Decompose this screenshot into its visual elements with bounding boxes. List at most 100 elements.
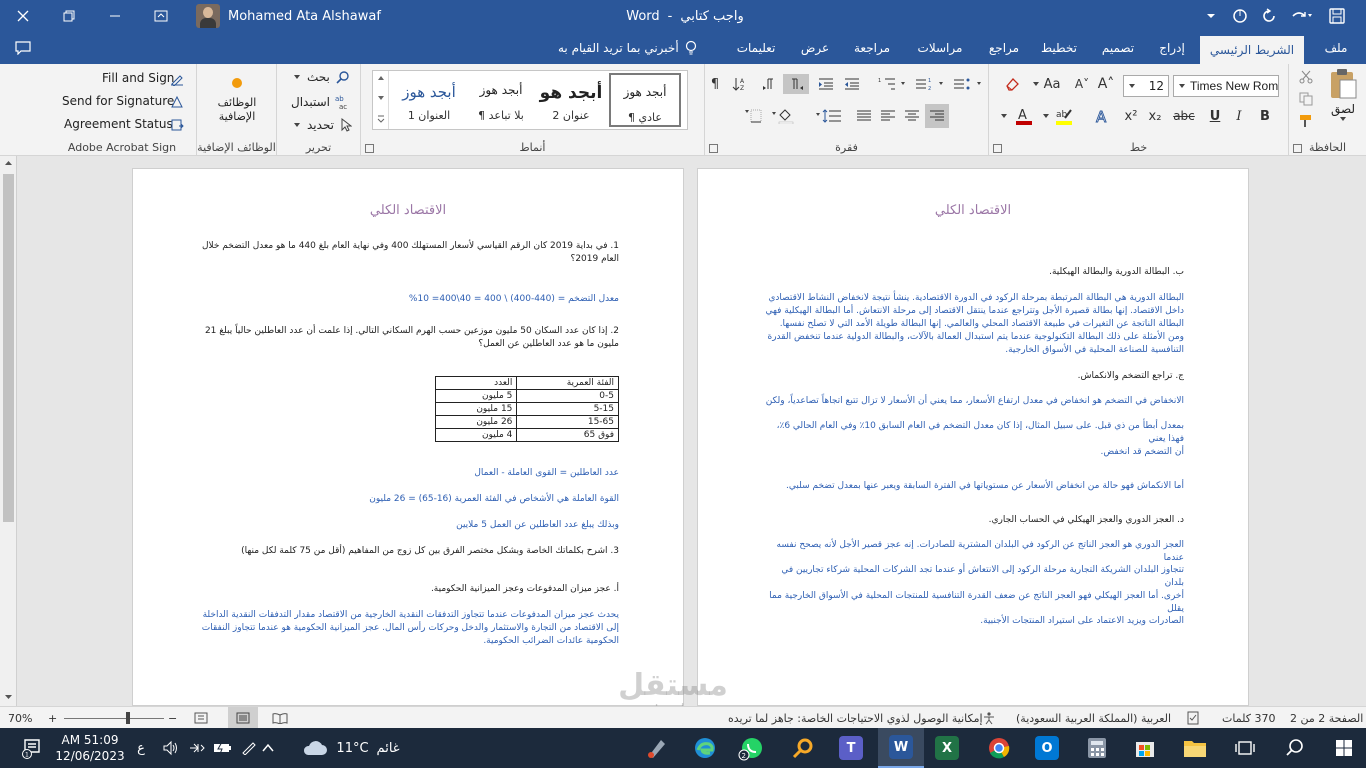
zoom-level[interactable]: 70% <box>8 707 32 729</box>
proofing-icon-wrap[interactable] <box>1186 707 1200 729</box>
taskbar-app-excel[interactable]: X <box>930 728 964 768</box>
align-left-button[interactable] <box>877 106 899 126</box>
superscript-button[interactable]: x² <box>1121 106 1141 126</box>
minimize-button[interactable] <box>92 0 138 32</box>
taskbar-app-outlook[interactable]: O <box>1030 728 1064 768</box>
taskbar-app-edge[interactable] <box>688 728 722 768</box>
taskbar-app-search[interactable] <box>786 728 820 768</box>
save-button[interactable] <box>1322 0 1352 32</box>
align-center-button[interactable] <box>901 106 923 126</box>
paste-button[interactable]: لصق <box>1323 68 1363 132</box>
show-marks-button[interactable]: ¶ <box>705 74 725 94</box>
find-button[interactable]: بحث <box>293 70 350 84</box>
line-spacing-button[interactable] <box>813 106 847 126</box>
tab-review[interactable]: مراجعة <box>848 32 896 64</box>
scroll-up-arrow-icon[interactable] <box>4 160 13 166</box>
zoom-slider-thumb[interactable] <box>126 711 130 724</box>
format-painter-button[interactable] <box>1295 112 1317 130</box>
comments-button[interactable] <box>8 32 38 64</box>
tab-mailings[interactable]: مراسلات <box>910 32 970 64</box>
decrease-indent-button[interactable] <box>841 74 863 94</box>
tab-home[interactable]: الشريط الرئيسي <box>1200 36 1304 64</box>
bold-button[interactable]: B <box>1255 106 1275 126</box>
tab-insert[interactable]: إدراج <box>1152 32 1192 64</box>
tab-layout[interactable]: تخطيط <box>1036 32 1082 64</box>
rtl-direction-button[interactable] <box>783 74 809 94</box>
subscript-button[interactable]: x₂ <box>1145 106 1165 126</box>
restore-button[interactable] <box>46 0 92 32</box>
taskbar-app-explorer[interactable] <box>1178 728 1212 768</box>
taskbar-app-chrome[interactable] <box>982 728 1016 768</box>
repeat-button[interactable] <box>1256 0 1282 32</box>
send-for-signature-button[interactable]: Send for Signature <box>62 94 174 108</box>
replace-button[interactable]: استبدال ab ac <box>291 94 350 110</box>
taskbar-app-paint[interactable] <box>640 728 674 768</box>
page-count[interactable]: الصفحة 2 من 2 <box>1290 707 1363 729</box>
taskbar-app-teams[interactable]: T <box>834 728 868 768</box>
volume-button[interactable] <box>158 728 184 768</box>
zoom-out-button[interactable]: − <box>168 707 177 729</box>
addins-button[interactable]: الوظائف الإضافية <box>211 72 263 134</box>
read-mode-button[interactable] <box>272 707 288 729</box>
underline-button[interactable]: U <box>1205 106 1225 126</box>
align-right-button[interactable] <box>925 104 949 128</box>
customize-qat-button[interactable] <box>1200 0 1222 32</box>
clear-formatting-button[interactable] <box>1001 74 1023 94</box>
document-page-1[interactable]: الاقتصاد الكلي ب. البطالة الدورية والبطا… <box>697 168 1249 706</box>
increase-indent-button[interactable] <box>815 74 837 94</box>
ribbon-display-options-button[interactable] <box>138 0 184 32</box>
font-name-combo[interactable]: Times New Rom <box>1173 75 1279 97</box>
more-styles-icon[interactable] <box>377 115 385 123</box>
bullets-button[interactable] <box>951 74 985 94</box>
multilevel-list-button[interactable]: 1 <box>875 74 909 94</box>
tab-file[interactable]: ملف <box>1316 32 1356 64</box>
tab-view[interactable]: عرض <box>793 32 837 64</box>
tab-references[interactable]: مراجع <box>982 32 1026 64</box>
highlight-button[interactable]: ab <box>1053 104 1075 128</box>
scroll-down-arrow-icon[interactable] <box>4 694 13 700</box>
numbering-button[interactable]: 12 <box>913 74 947 94</box>
zoom-in-button[interactable]: + <box>48 707 57 729</box>
scroll-up-icon[interactable] <box>377 75 385 81</box>
accessibility-status[interactable]: إمكانية الوصول لذوي الاحتياجات الخاصة: ج… <box>728 707 983 729</box>
font-color-button[interactable]: A <box>1013 104 1035 128</box>
tell-me-search[interactable]: أخبرني بما تريد القيام به <box>558 32 697 64</box>
font-size-combo[interactable]: 12 <box>1123 75 1169 97</box>
undo-button[interactable] <box>1284 0 1318 32</box>
taskbar-app-whatsapp[interactable]: 2 <box>734 728 768 768</box>
vertical-scrollbar[interactable] <box>0 156 17 706</box>
text-effects-button[interactable]: A <box>1091 106 1113 126</box>
user-account[interactable]: Mohamed Ata Alshawaf <box>196 0 381 32</box>
strikethrough-button[interactable]: abc <box>1171 106 1197 126</box>
cut-button[interactable] <box>1295 68 1317 86</box>
taskbar-app-calculator[interactable] <box>1080 728 1114 768</box>
italic-button[interactable]: I <box>1229 106 1249 126</box>
select-button[interactable]: تحديد <box>293 118 353 132</box>
style-heading-1[interactable]: أبجد هوز العنوان 1 <box>393 73 465 127</box>
input-language[interactable]: ع <box>130 728 152 768</box>
language-status[interactable]: العربية (المملكة العربية السعودية) <box>1016 707 1171 729</box>
shading-button[interactable] <box>769 106 797 126</box>
touch-mode-button[interactable] <box>1226 0 1254 32</box>
task-view-button[interactable] <box>1228 728 1262 768</box>
fill-and-sign-button[interactable]: Fill and Sign <box>102 71 174 85</box>
notification-center-button[interactable]: 1 <box>12 728 52 768</box>
word-count[interactable]: 370 كلمات <box>1222 707 1275 729</box>
network-button[interactable] <box>184 728 210 768</box>
style-heading-2[interactable]: أبجد هو عنوان 2 <box>535 73 607 127</box>
show-hidden-icons-button[interactable] <box>258 728 278 768</box>
start-button[interactable] <box>1322 728 1366 768</box>
battery-button[interactable] <box>210 728 236 768</box>
print-layout-button[interactable] <box>228 707 258 729</box>
document-page-2[interactable]: الاقتصاد الكلي 1. في بداية 2019 كان الرق… <box>132 168 684 706</box>
weather-widget[interactable]: 11°C غائم <box>296 728 406 768</box>
focus-mode-button[interactable] <box>194 707 208 729</box>
highlight-dropdown[interactable] <box>1039 106 1053 126</box>
shrink-font-button[interactable]: A˅ <box>1073 74 1091 94</box>
borders-button[interactable] <box>743 106 763 126</box>
font-color-dropdown[interactable] <box>997 106 1011 126</box>
style-no-spacing[interactable]: أبجد هوز ¶ بلا تباعد <box>465 73 537 127</box>
grow-font-button[interactable]: A˄ <box>1097 74 1115 94</box>
taskbar-search-button[interactable] <box>1278 728 1312 768</box>
justify-button[interactable] <box>853 106 875 126</box>
